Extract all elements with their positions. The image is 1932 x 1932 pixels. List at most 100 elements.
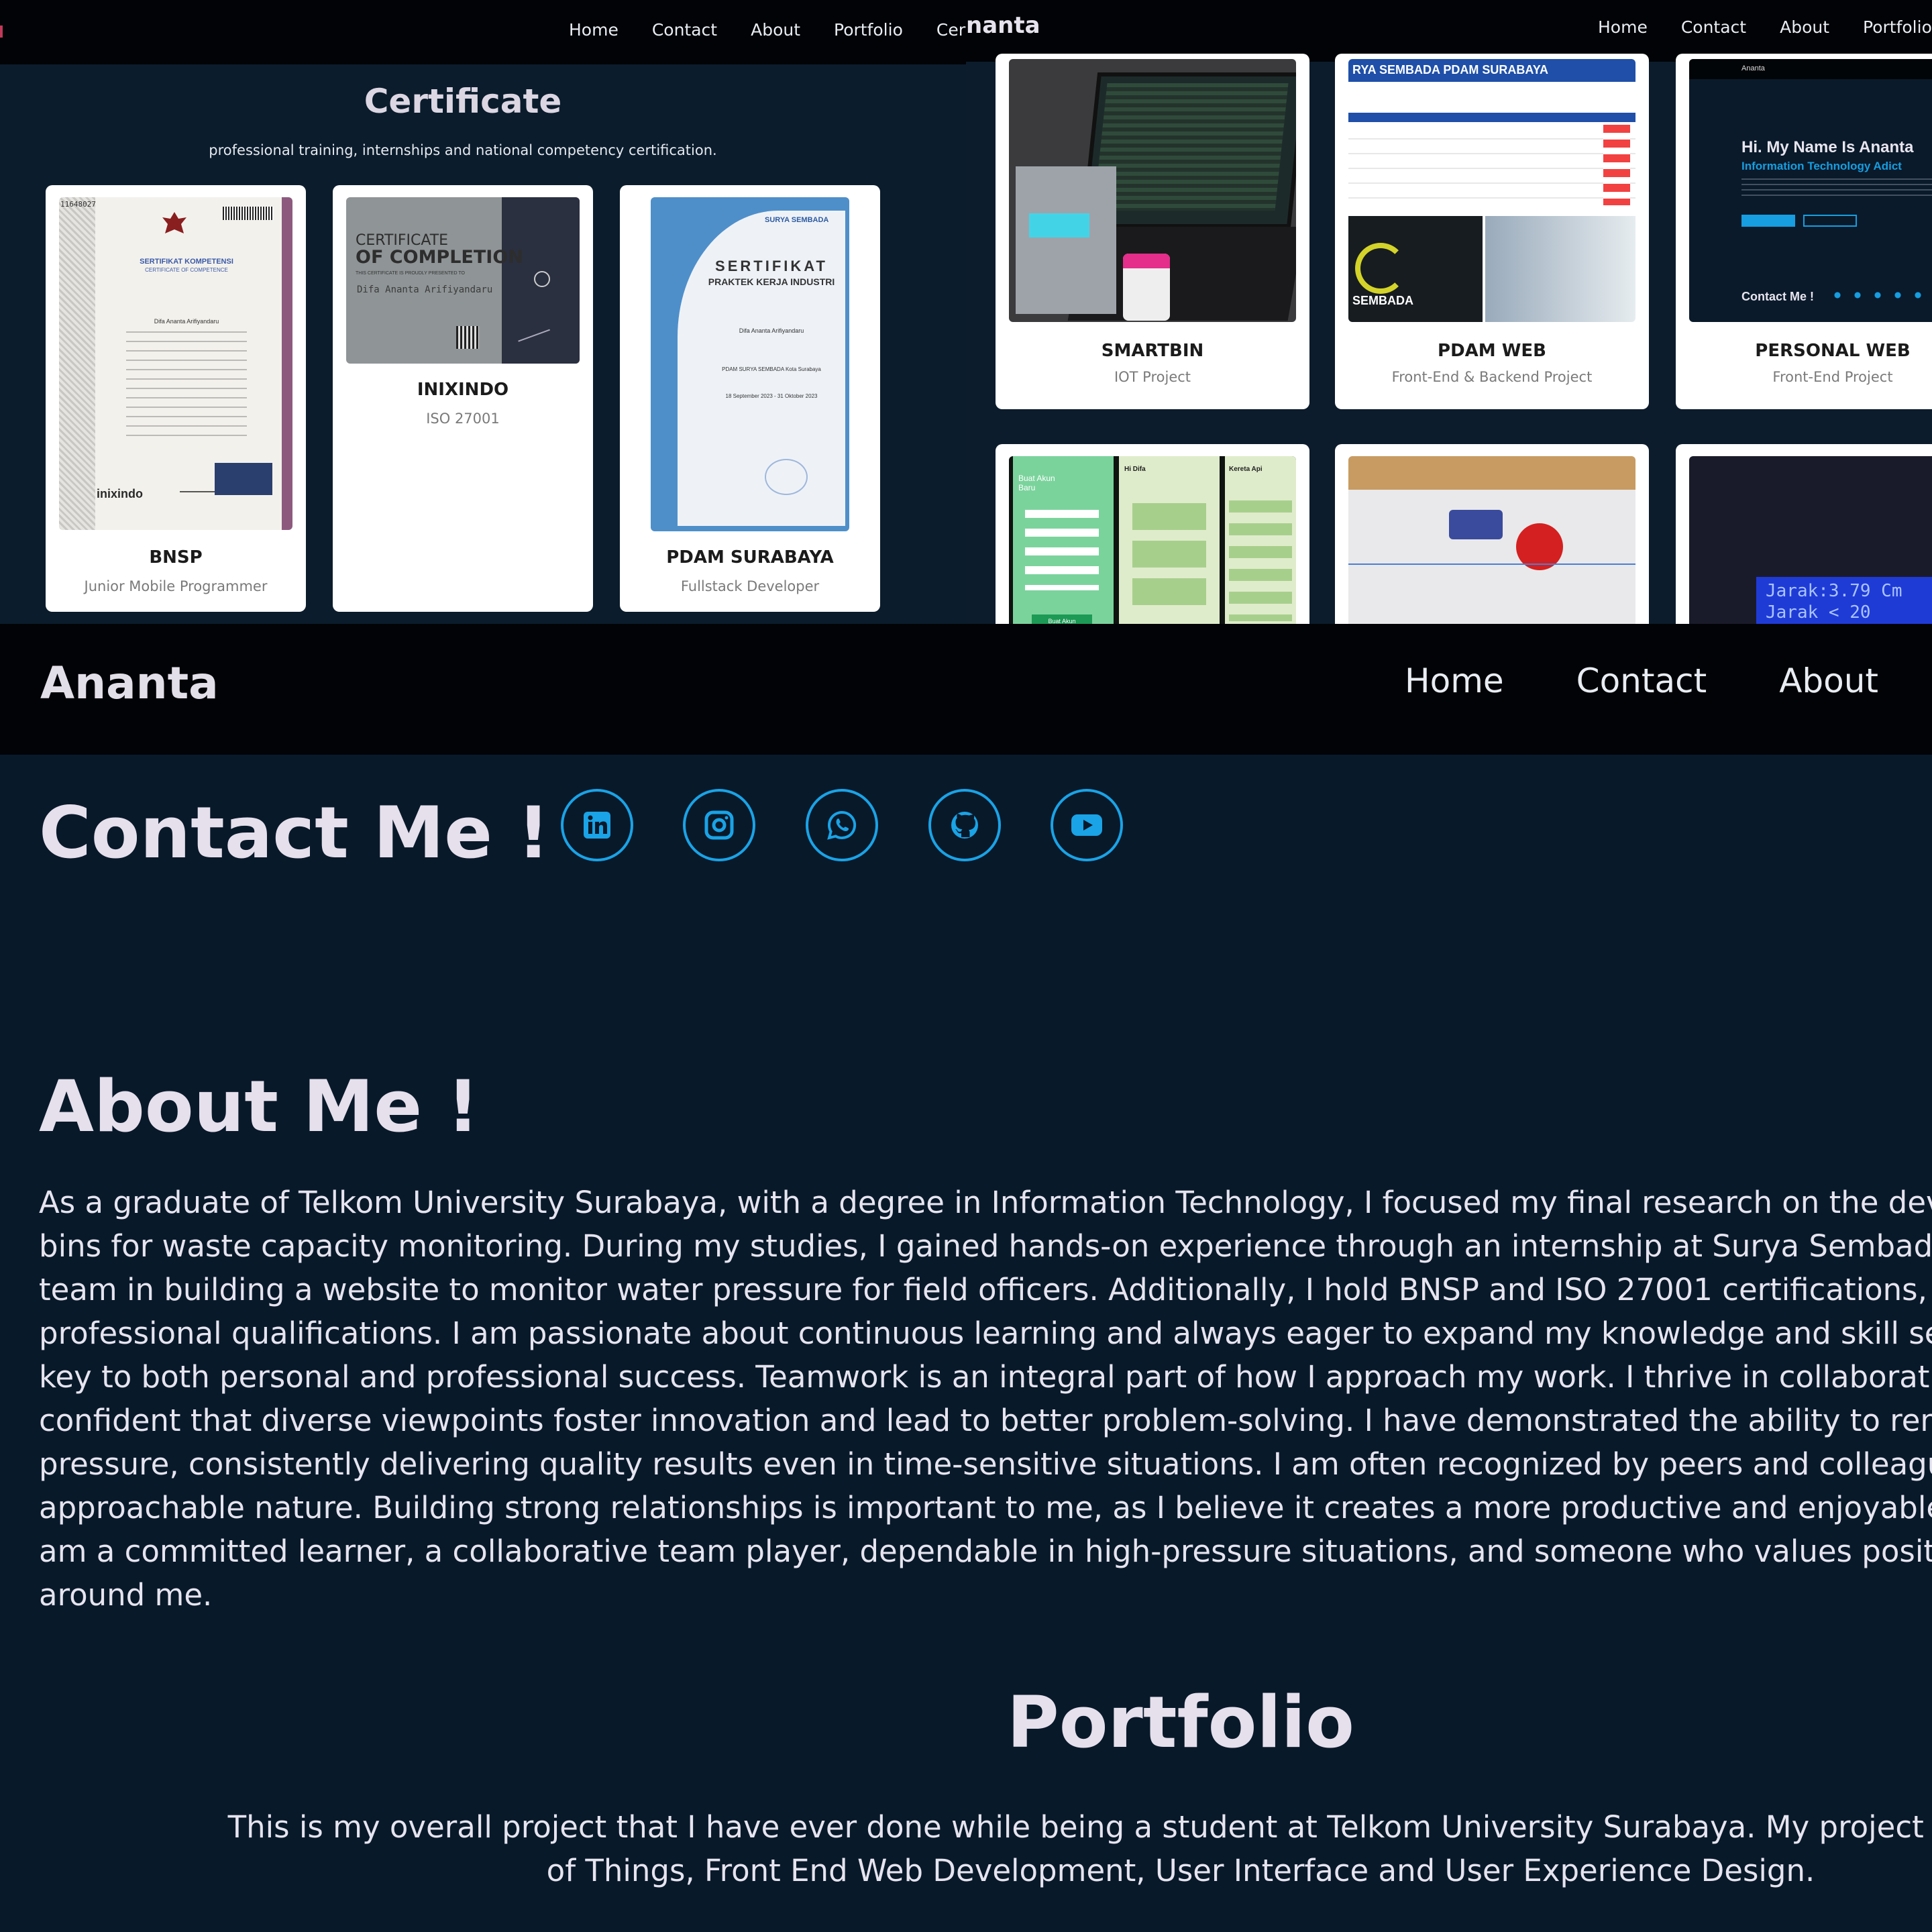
- nav-about[interactable]: About: [1779, 661, 1878, 700]
- nav-contact[interactable]: Contact: [1576, 661, 1707, 700]
- certificate-card-inixindo[interactable]: CERTIFICATE OF COMPLETION THIS CERTIFICA…: [333, 185, 593, 612]
- about-line: confident that diverse viewpoints foster…: [39, 1403, 1932, 1438]
- card-subtitle: Front-End & Backend Project: [1391, 369, 1593, 385]
- mini-button: [1741, 215, 1795, 227]
- about-line: key to both personal and professional su…: [39, 1359, 1932, 1395]
- project-card-lcd[interactable]: Jarak:3.79 Cm Jarak < 20: [1676, 444, 1932, 624]
- portfolio-panel: nanta Home Contact About Portfolio SMART…: [966, 0, 1932, 624]
- whatsapp-button[interactable]: [806, 789, 878, 861]
- nav-portfolio[interactable]: Portfolio: [1863, 17, 1932, 37]
- card-subtitle: Junior Mobile Programmer: [84, 578, 268, 594]
- project-thumbnail: [1009, 59, 1296, 322]
- project-card-personal-web[interactable]: Ananta Hi. My Name Is Ananta Information…: [1676, 54, 1932, 409]
- nav-contact[interactable]: Contact: [652, 20, 717, 44]
- linkedin-button[interactable]: [561, 789, 633, 861]
- nav-about[interactable]: About: [1780, 17, 1829, 37]
- about-line: professional qualifications. I am passio…: [39, 1316, 1932, 1351]
- project-card-mobile-app[interactable]: Buat Akun Baru Buat Akun Hi Difa Kereta …: [996, 444, 1309, 624]
- mini-social-icons: [1827, 290, 1928, 301]
- brand-edge: [0, 25, 3, 38]
- photo-left: SEMBADA: [1348, 216, 1483, 322]
- instagram-button[interactable]: [683, 789, 755, 861]
- cert-dates: 18 September 2023 - 31 Oktober 2023: [725, 393, 818, 399]
- nav-home[interactable]: Home: [569, 20, 619, 44]
- card-title: PERSONAL WEB: [1755, 341, 1911, 361]
- cert-holder-name: Difa Ananta Arifiyandaru: [154, 318, 219, 325]
- certificate-panel: Home Contact About Portfolio Certif Cert…: [0, 0, 966, 624]
- whatsapp-icon: [827, 810, 857, 840]
- app-section: Kereta Api: [1229, 466, 1263, 473]
- inixindo-logo-text: inixindo: [97, 487, 143, 500]
- lcd-display: [1029, 213, 1089, 237]
- project-thumbnail: Buat Akun Baru Buat Akun Hi Difa Kereta …: [1009, 456, 1296, 624]
- nav-home[interactable]: Home: [1598, 17, 1648, 37]
- app-screen-3: Kereta Api: [1225, 456, 1296, 624]
- logo-swirl: [1355, 243, 1406, 294]
- project-card-pdam-web[interactable]: RYA SEMBADA PDAM SURABAYA SEMBADA PDAM W…: [1335, 54, 1649, 409]
- certificate-card-pdam[interactable]: SURYA SEMBADA SERTIFIKAT PRAKTEK KERJA I…: [620, 185, 880, 612]
- certificate-card-bnsp[interactable]: 11648027 SERTIFIKAT KOMPETENSI CERTIFICA…: [46, 185, 306, 612]
- nav-home[interactable]: Home: [1405, 661, 1504, 700]
- nav-about[interactable]: About: [751, 20, 800, 44]
- about-line: bins for waste capacity monitoring. Duri…: [39, 1228, 1932, 1264]
- cert-heading-2: OF COMPLETION: [356, 247, 523, 268]
- web-header: RYA SEMBADA PDAM SURABAYA: [1348, 59, 1635, 82]
- cert-heading-en: CERTIFICATE OF COMPETENCE: [145, 267, 228, 273]
- linkedin-icon: [584, 812, 610, 839]
- lcd-line-1: Jarak:3.79 Cm: [1766, 581, 1902, 601]
- qr-code: [456, 326, 479, 349]
- cert-org-line: PDAM SURYA SEMBADA Kota Surabaya: [722, 366, 821, 372]
- phone-header: [1123, 254, 1170, 268]
- about-line: As a graduate of Telkom University Surab…: [39, 1185, 1932, 1220]
- stamp: [765, 459, 808, 495]
- mini-button-outline: [1803, 215, 1857, 227]
- app-button: Buat Akun: [1032, 614, 1092, 624]
- youtube-button[interactable]: [1051, 789, 1123, 861]
- github-button[interactable]: [928, 789, 1001, 861]
- seal: [534, 271, 550, 287]
- guide-line: [1348, 564, 1635, 565]
- photo-right: [1485, 216, 1635, 322]
- wooden-table: [1348, 456, 1635, 490]
- project-thumbnail: Jarak:3.79 Cm Jarak < 20: [1689, 456, 1932, 624]
- section-subtitle: professional training, internships and n…: [209, 142, 717, 158]
- photo: [215, 463, 272, 495]
- bin-prototype: [1016, 166, 1116, 314]
- table-rows: [1348, 125, 1635, 212]
- nav-certificate[interactable]: Certif: [936, 20, 966, 44]
- cert-text-lines: [126, 331, 247, 439]
- about-heading: About Me !: [39, 1065, 480, 1148]
- nav-contact[interactable]: Contact: [1681, 17, 1746, 37]
- card-title: INIXINDO: [417, 380, 509, 400]
- web-header-title: RYA SEMBADA PDAM SURABAYA: [1352, 63, 1549, 76]
- about-paragraph: As a graduate of Telkom University Surab…: [39, 1181, 1932, 1617]
- project-thumbnail: Ananta Hi. My Name Is Ananta Information…: [1689, 59, 1932, 322]
- nav-portfolio[interactable]: Portfolio: [834, 20, 903, 44]
- brand-logo[interactable]: Ananta: [40, 657, 219, 709]
- portfolio-line: This is my overall project that I have e…: [227, 1809, 1932, 1845]
- certificate-thumbnail: SURYA SEMBADA SERTIFIKAT PRAKTEK KERJA I…: [651, 197, 849, 531]
- youtube-icon: [1071, 814, 1102, 836]
- cert-subheading: PRAKTEK KERJA INDUSTRI: [708, 276, 835, 287]
- action-buttons: [1603, 125, 1630, 205]
- table-header: [1348, 113, 1635, 122]
- mini-hello: Hi. My Name Is Ananta: [1741, 138, 1914, 156]
- card-title: PDAM WEB: [1438, 341, 1546, 361]
- mini-contact: Contact Me !: [1741, 290, 1814, 303]
- project-card-sensor[interactable]: [1335, 444, 1649, 624]
- app-screen-2: Hi Difa: [1119, 456, 1220, 624]
- mini-tagline: Information Technology Adict: [1741, 160, 1902, 172]
- card-title: BNSP: [149, 547, 203, 568]
- main-panel: Ananta Home Contact About Contact Me ! A…: [0, 624, 1932, 1932]
- brand-logo[interactable]: nanta: [966, 12, 1040, 39]
- project-card-smartbin[interactable]: SMARTBIN IOT Project: [996, 54, 1309, 409]
- app-greeting: Hi Difa: [1124, 466, 1146, 473]
- cert-holder-name: Difa Ananta Arifiyandaru: [357, 284, 493, 295]
- card-subtitle: Fullstack Developer: [680, 578, 820, 594]
- app-screen-1: Buat Akun Baru Buat Akun: [1013, 456, 1114, 624]
- about-line: around me.: [39, 1577, 213, 1613]
- project-thumbnail: [1348, 456, 1635, 624]
- card-subtitle: ISO 27001: [426, 411, 500, 427]
- cert-heading: SERTIFIKAT KOMPETENSI: [140, 258, 233, 266]
- about-line: am a committed learner, a collaborative …: [39, 1534, 1932, 1569]
